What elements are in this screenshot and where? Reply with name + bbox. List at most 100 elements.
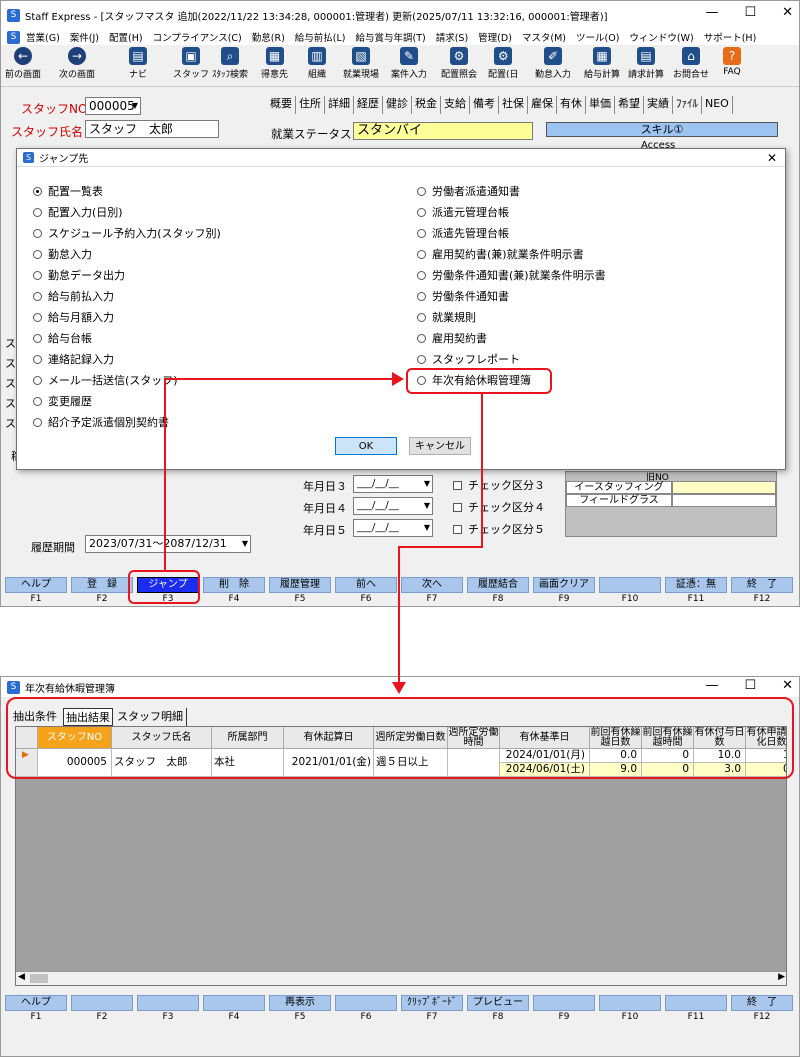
main-fkey-f11[interactable]: 証憑：無 xyxy=(665,577,727,593)
leave-fkey-f5[interactable]: 再表示 xyxy=(269,995,331,1011)
horizontal-scrollbar[interactable]: ◀ ▶ xyxy=(16,971,786,985)
jump-option-radio[interactable]: 変更履歴 xyxy=(33,393,92,409)
tab-tax[interactable]: 税金 xyxy=(412,96,441,114)
jump-option-radio[interactable]: 連絡記録入力 xyxy=(33,351,114,367)
jump-option-radio[interactable]: 配置入力(日別) xyxy=(33,204,123,220)
close-icon[interactable]: ✕ xyxy=(782,5,793,20)
placement-inquiry-button[interactable]: ⚙ 配置照会 xyxy=(441,47,477,80)
menu-sales[interactable]: 営業(G) xyxy=(26,30,60,44)
contact-button[interactable]: ⌂ お問合せ xyxy=(673,47,709,80)
company-row-2-value[interactable] xyxy=(672,494,776,507)
staff-name-field[interactable]: スタッフ 太郎 xyxy=(85,120,219,138)
tab-career[interactable]: 経歴 xyxy=(354,96,383,114)
main-fkey-f6[interactable]: 前へ xyxy=(335,577,397,593)
menu-tools[interactable]: ツール(O) xyxy=(576,30,619,44)
main-fkey-f10[interactable] xyxy=(599,577,661,593)
maximize-icon[interactable]: ☐ xyxy=(744,5,756,20)
worksite-button[interactable]: ▧ 就業現場 xyxy=(343,47,379,80)
leave-fkey-f6[interactable] xyxy=(335,995,397,1011)
jump-option-radio[interactable]: スケジュール予約入力(スタッフ別) xyxy=(33,225,221,241)
tab-notes[interactable]: 備考 xyxy=(470,96,499,114)
check5[interactable]: チェック区分５ xyxy=(453,521,545,537)
minimize-icon[interactable]: — xyxy=(705,678,718,693)
leave-fkey-f10[interactable] xyxy=(599,995,661,1011)
jump-option-radio[interactable]: 就業規則 xyxy=(417,309,476,325)
history-period-select[interactable]: 2023/07/31～2087/12/31 ▼ xyxy=(85,535,251,553)
tab-wishes[interactable]: 希望 xyxy=(615,96,644,114)
tab-employment-insurance[interactable]: 雇保 xyxy=(528,96,557,114)
employment-status-field[interactable]: スタンバイ xyxy=(353,122,533,140)
billing-calc-button[interactable]: ▤ 請求計算 xyxy=(628,47,664,80)
tab-unit-price[interactable]: 単価 xyxy=(586,96,615,114)
main-fkey-f4[interactable]: 削 除 xyxy=(203,577,265,593)
main-fkey-f12[interactable]: 終 了 xyxy=(731,577,793,593)
faq-button[interactable]: ? FAQ xyxy=(723,47,741,77)
close-icon[interactable]: ✕ xyxy=(782,678,793,693)
menu-support[interactable]: サポート(H) xyxy=(704,30,757,44)
jump-option-radio[interactable]: 労働条件通知書(兼)就業条件明示書 xyxy=(417,267,606,283)
tab-details[interactable]: 詳細 xyxy=(325,96,354,114)
main-fkey-f5[interactable]: 履歴管理 xyxy=(269,577,331,593)
jump-option-radio[interactable]: 紹介予定派遣個別契約書 xyxy=(33,414,169,430)
jump-option-radio[interactable]: 給与月額入力 xyxy=(33,309,114,325)
scroll-left-icon[interactable]: ◀ xyxy=(18,972,25,982)
next-screen-button[interactable]: → 次の画面 xyxy=(59,47,95,80)
leave-fkey-f1[interactable]: ヘルプ xyxy=(5,995,67,1011)
jump-option-radio[interactable]: 労働条件通知書 xyxy=(417,288,509,304)
menu-master[interactable]: マスタ(M) xyxy=(522,30,566,44)
tab-paid-leave[interactable]: 有休 xyxy=(557,96,586,114)
leave-fkey-f8[interactable]: プレビュー xyxy=(467,995,529,1011)
tab-neo[interactable]: NEO xyxy=(702,96,733,114)
job-entry-button[interactable]: ✎ 案件入力 xyxy=(391,47,427,80)
app-menu-icon[interactable]: S xyxy=(7,30,20,44)
menu-attendance[interactable]: 勤怠(R) xyxy=(252,30,285,44)
jump-option-radio[interactable]: 雇用契約書 xyxy=(417,330,487,346)
jump-option-radio[interactable]: スタッフレポート xyxy=(417,351,520,367)
jump-option-radio[interactable]: メール一括送信(スタッフ) xyxy=(33,372,178,388)
menu-job[interactable]: 案件(J) xyxy=(70,30,99,44)
check4[interactable]: チェック区分４ xyxy=(453,499,545,515)
staff-search-button[interactable]: ⌕ ｽﾀｯﾌ検索 xyxy=(212,47,248,80)
company-row-2[interactable]: フィールドグラス xyxy=(566,494,672,507)
close-icon[interactable]: ✕ xyxy=(767,151,777,165)
date4-field[interactable]: ___/__/__ ▼ xyxy=(353,497,433,515)
client-button[interactable]: ▦ 得意先 xyxy=(261,47,288,80)
leave-fkey-f9[interactable] xyxy=(533,995,595,1011)
leave-fkey-f3[interactable] xyxy=(137,995,199,1011)
organization-button[interactable]: ▥ 組織 xyxy=(308,47,326,80)
menu-admin[interactable]: 管理(D) xyxy=(478,30,512,44)
leave-fkey-f4[interactable] xyxy=(203,995,265,1011)
jump-option-radio[interactable]: 給与台帳 xyxy=(33,330,92,346)
menu-compliance[interactable]: コンプライアンス(C) xyxy=(153,30,242,44)
maximize-icon[interactable]: ☐ xyxy=(744,678,756,693)
prev-screen-button[interactable]: ← 前の画面 xyxy=(5,47,41,80)
main-fkey-f2[interactable]: 登 録 xyxy=(71,577,133,593)
check3[interactable]: チェック区分３ xyxy=(453,477,545,493)
jump-option-radio[interactable]: 給与前払入力 xyxy=(33,288,114,304)
menu-placement[interactable]: 配置(H) xyxy=(109,30,143,44)
tab-overview[interactable]: 概要 xyxy=(267,96,296,114)
tab-payment[interactable]: 支給 xyxy=(441,96,470,114)
jump-option-radio[interactable]: 雇用契約書(兼)就業条件明示書 xyxy=(417,246,584,262)
leave-fkey-f7[interactable]: ｸﾘｯﾌﾟﾎﾞｰﾄﾞ xyxy=(401,995,463,1011)
jump-option-radio[interactable]: 派遣先管理台帳 xyxy=(417,225,509,241)
main-fkey-f1[interactable]: ヘルプ xyxy=(5,577,67,593)
payroll-calc-button[interactable]: ▦ 給与計算 xyxy=(584,47,620,80)
tab-address[interactable]: 住所 xyxy=(296,96,325,114)
jump-option-radio[interactable]: 派遣元管理台帳 xyxy=(417,204,509,220)
leave-fkey-f2[interactable] xyxy=(71,995,133,1011)
leave-fkey-f12[interactable]: 終 了 xyxy=(731,995,793,1011)
tab-files[interactable]: ﾌｧｲﾙ xyxy=(673,96,702,114)
minimize-icon[interactable]: — xyxy=(705,5,718,20)
staff-no-select[interactable]: 000005 ▼ xyxy=(85,97,141,115)
main-fkey-f9[interactable]: 画面クリア xyxy=(533,577,595,593)
jump-option-radio[interactable]: 勤怠データ出力 xyxy=(33,267,125,283)
date3-field[interactable]: ___/__/__ ▼ xyxy=(353,475,433,493)
leave-fkey-f11[interactable] xyxy=(665,995,727,1011)
navi-button[interactable]: ▤ ナビ xyxy=(129,47,147,80)
main-fkey-f8[interactable]: 履歴結合 xyxy=(467,577,529,593)
date5-field[interactable]: ___/__/__ ▼ xyxy=(353,519,433,537)
company-row-1-value[interactable] xyxy=(672,481,776,494)
menu-payroll[interactable]: 給与賞与年調(T) xyxy=(356,30,426,44)
placement-daily-button[interactable]: ⚙ 配置(日 xyxy=(488,47,519,80)
